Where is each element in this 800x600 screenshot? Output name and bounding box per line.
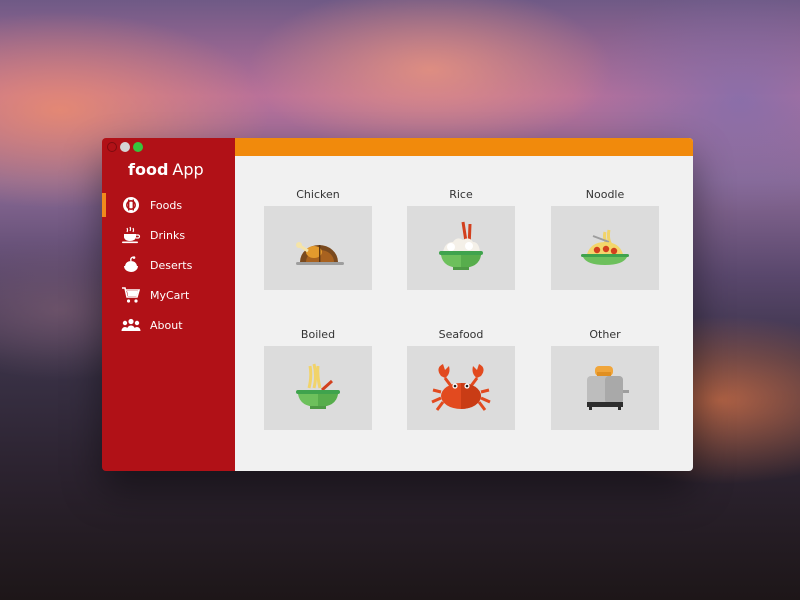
category-card-rice[interactable]: Rice (407, 188, 515, 290)
app-logo: food App (128, 160, 204, 179)
minimize-window-button[interactable] (120, 142, 130, 152)
window-controls (107, 142, 143, 152)
sidebar-item-about[interactable]: About (102, 310, 235, 340)
sidebar-item-label: About (150, 318, 183, 332)
category-tile[interactable] (264, 206, 372, 290)
category-card-other[interactable]: Other (551, 328, 659, 430)
category-label: Other (589, 328, 621, 341)
sidebar-item-label: Drinks (150, 228, 186, 242)
category-tile[interactable] (551, 206, 659, 290)
toaster-icon (587, 366, 629, 410)
sidebar-item-label: Deserts (150, 258, 193, 272)
dessert-icon (120, 256, 142, 274)
category-card-seafood[interactable]: Seafood (407, 328, 515, 430)
category-card-noodle[interactable]: Noodle (551, 188, 659, 290)
sidebar-item-foods[interactable]: Foods (102, 190, 235, 220)
brand-bold-text: food (128, 160, 169, 179)
close-window-button[interactable] (107, 142, 117, 152)
brand-regular-text: App (172, 160, 204, 179)
top-bar (235, 138, 693, 156)
sidebar-item-label: Foods (150, 198, 183, 212)
plate-cutlery-icon (120, 196, 142, 214)
sidebar-item-label: MyCart (150, 288, 190, 302)
boiled-bowl-icon (296, 363, 340, 409)
category-tile[interactable] (407, 346, 515, 430)
sidebar-item-deserts[interactable]: Deserts (102, 250, 235, 280)
sidebar: food App Foods Drinks Deserts MyCart Abo… (102, 138, 235, 471)
cart-icon (120, 286, 142, 304)
people-icon (120, 316, 142, 334)
category-label: Noodle (585, 188, 625, 201)
roast-chicken-icon (296, 242, 344, 265)
rice-bowl-icon (439, 221, 483, 270)
category-card-chicken[interactable]: Chicken (264, 188, 372, 290)
category-tile[interactable] (264, 346, 372, 430)
category-label: Rice (449, 188, 473, 201)
category-card-boiled[interactable]: Boiled (264, 328, 372, 430)
coffee-cup-icon (120, 226, 142, 244)
sidebar-item-drinks[interactable]: Drinks (102, 220, 235, 250)
crab-icon (431, 364, 491, 411)
sidebar-item-mycart[interactable]: MyCart (102, 280, 235, 310)
app-window: food App Foods Drinks Deserts MyCart Abo… (102, 138, 693, 471)
maximize-window-button[interactable] (133, 142, 143, 152)
category-label: Chicken (296, 188, 340, 201)
noodle-plate-icon (581, 229, 629, 265)
category-tile[interactable] (407, 206, 515, 290)
main-content: Chicken Rice Noodle Boiled Seafood Other (235, 138, 693, 471)
category-label: Seafood (438, 328, 484, 341)
category-label: Boiled (300, 328, 336, 341)
sidebar-nav: Foods Drinks Deserts MyCart About (102, 190, 235, 340)
category-tile[interactable] (551, 346, 659, 430)
